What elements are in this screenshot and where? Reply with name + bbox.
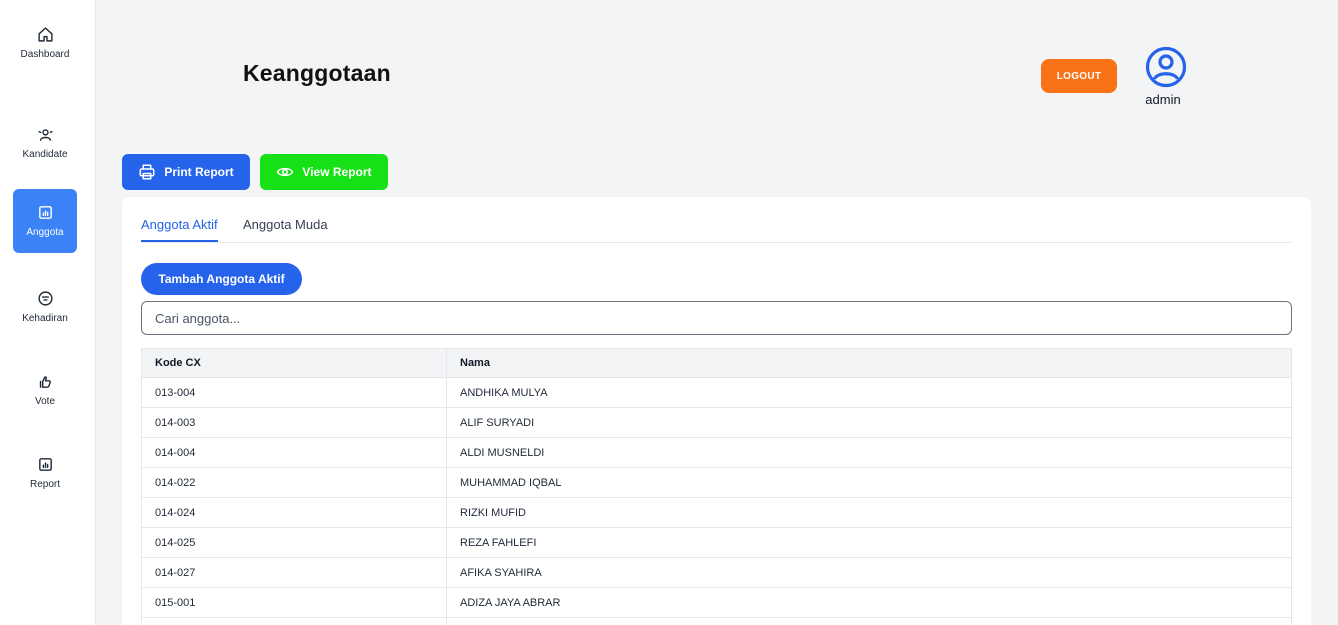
table-row[interactable]: 014-025 REZA FAHLEFI bbox=[141, 527, 1292, 558]
clock-icon bbox=[37, 291, 53, 306]
print-report-label: Print Report bbox=[164, 165, 234, 179]
cell-nama: ANDHIKA MULYA bbox=[446, 377, 1292, 408]
sidebar-item-label: Vote bbox=[34, 396, 56, 407]
table-row[interactable]: 015-001 ADIZA JAYA ABRAR bbox=[141, 587, 1292, 618]
table-row[interactable]: 014-003 ALIF SURYADI bbox=[141, 407, 1292, 438]
sidebar-item-label: Report bbox=[29, 479, 60, 490]
logout-button[interactable]: LOGOUT bbox=[1041, 59, 1117, 93]
tab-anggota-aktif[interactable]: Anggota Aktif bbox=[141, 217, 218, 242]
sidebar-item-vote[interactable]: Vote bbox=[13, 358, 77, 422]
cell-kode: 014-025 bbox=[141, 527, 447, 558]
cell-kode: 014-003 bbox=[141, 407, 447, 438]
cell-kode: 014-027 bbox=[141, 557, 447, 588]
table-row[interactable] bbox=[141, 617, 1292, 625]
cell-kode: 014-024 bbox=[141, 497, 447, 528]
table-row[interactable]: 013-004 ANDHIKA MULYA bbox=[141, 377, 1292, 408]
table-row[interactable]: 014-022 MUHAMMAD IQBAL bbox=[141, 467, 1292, 498]
print-report-button[interactable]: Print Report bbox=[122, 154, 250, 190]
cell-kode: 015-001 bbox=[141, 587, 447, 618]
user-name: admin bbox=[1145, 92, 1181, 107]
home-icon bbox=[37, 27, 53, 42]
chart-icon bbox=[38, 206, 52, 219]
cell-nama: RIZKI MUFID bbox=[446, 497, 1292, 528]
sidebar-item-label: Kehadiran bbox=[22, 313, 68, 324]
sidebar-item-kandidate[interactable]: Kandidate bbox=[13, 111, 77, 175]
sidebar-item-label: Anggota bbox=[26, 227, 64, 238]
cell-nama: ADIZA JAYA ABRAR bbox=[446, 587, 1292, 618]
cell-kode bbox=[141, 617, 447, 625]
members-table: Kode CX Nama 013-004 ANDHIKA MULYA 014-00… bbox=[141, 348, 1292, 625]
page-title: Keanggotaan bbox=[243, 60, 391, 86]
cell-kode: 013-004 bbox=[141, 377, 447, 408]
tab-bar: Anggota Aktif Anggota Muda bbox=[141, 213, 1292, 243]
user-avatar-icon[interactable] bbox=[1145, 46, 1187, 88]
sidebar-item-dashboard[interactable]: Dashboard bbox=[13, 11, 77, 75]
sidebar-item-kehadiran[interactable]: Kehadiran bbox=[13, 275, 77, 339]
tab-anggota-muda[interactable]: Anggota Muda bbox=[243, 217, 328, 240]
cell-nama bbox=[446, 617, 1292, 625]
table-row[interactable]: 014-024 RIZKI MUFID bbox=[141, 497, 1292, 528]
add-member-button[interactable]: Tambah Anggota Aktif bbox=[141, 263, 302, 295]
column-header-kode: Kode CX bbox=[141, 348, 447, 378]
search-input[interactable] bbox=[141, 301, 1292, 335]
table-row[interactable]: 014-027 AFIKA SYAHIRA bbox=[141, 557, 1292, 588]
table-header-row: Kode CX Nama bbox=[141, 348, 1292, 378]
column-header-nama: Nama bbox=[446, 348, 1292, 378]
cell-nama: ALIF SURYADI bbox=[446, 407, 1292, 438]
cell-kode: 014-004 bbox=[141, 437, 447, 468]
hand-icon bbox=[39, 376, 51, 388]
eye-icon bbox=[277, 167, 294, 177]
sidebar-item-report[interactable]: Report bbox=[13, 441, 77, 505]
members-card: Anggota Aktif Anggota Muda Tambah Anggot… bbox=[122, 197, 1311, 625]
view-report-button[interactable]: View Report bbox=[260, 154, 388, 190]
users-icon bbox=[37, 129, 53, 141]
cell-kode: 014-022 bbox=[141, 467, 447, 498]
cell-nama: AFIKA SYAHIRA bbox=[446, 557, 1292, 588]
cell-nama: REZA FAHLEFI bbox=[446, 527, 1292, 558]
table-row[interactable]: 014-004 ALDI MUSNELDI bbox=[141, 437, 1292, 468]
chart-icon bbox=[38, 458, 52, 471]
sidebar: Dashboard Kandidate Anggota Kehadiran Vo… bbox=[0, 0, 96, 625]
sidebar-item-label: Dashboard bbox=[20, 49, 70, 60]
sidebar-item-label: Kandidate bbox=[22, 149, 68, 160]
cell-nama: ALDI MUSNELDI bbox=[446, 437, 1292, 468]
cell-nama: MUHAMMAD IQBAL bbox=[446, 467, 1292, 498]
printer-icon bbox=[139, 164, 155, 180]
sidebar-item-anggota[interactable]: Anggota bbox=[13, 189, 77, 253]
view-report-label: View Report bbox=[302, 165, 372, 179]
